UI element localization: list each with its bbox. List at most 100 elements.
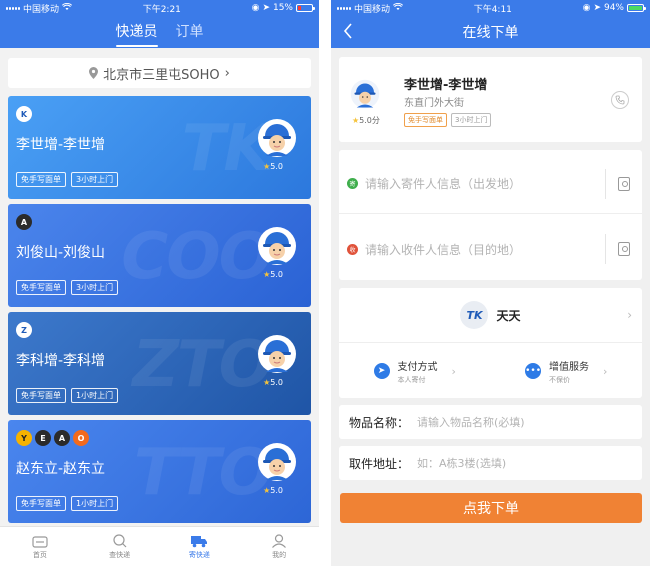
item-name-label: 物品名称： (349, 415, 410, 430)
courier-card[interactable]: COO A 刘俊山-刘俊山 免手写面单 3小时上门 ★5.0 (8, 204, 311, 307)
company-name: 天天 (496, 308, 521, 323)
order-form-screen: 中国移动 下午4:11 ◉ ➤ 94% 在线下单 ★5.0分 李世增-李世增 东… (331, 0, 650, 566)
tag-pickup-time: 3小时上门 (71, 172, 119, 187)
carrier-label: 中国移动 (354, 4, 391, 15)
tag-no-handwriting: 免手写面单 (16, 280, 66, 295)
tab-couriers[interactable]: 快递员 (115, 21, 158, 47)
courier-name: 李世增-李世增 (16, 137, 106, 153)
courier-list: TK K 李世增-李世增 免手写面单 3小时上门 ★5.0 COO A 刘俊山-… (8, 96, 311, 528)
orientation-lock-icon: ◉ (582, 3, 591, 13)
carrier-logo-icon: O (73, 430, 89, 446)
carrier-logo-icon: K (16, 106, 32, 122)
receiver-row[interactable]: 收 请输入收件人信息（目的地） (339, 219, 642, 279)
page-title: 在线下单 (462, 25, 519, 41)
carrier-logo-icon: A (16, 214, 32, 230)
pickup-address-input[interactable]: 如：A栋3楼(选填) (417, 455, 506, 471)
tag-pickup-time: 3小时上门 (451, 113, 492, 127)
pickup-address-field[interactable]: 取件地址： 如：A栋3楼(选填) (339, 446, 642, 480)
wifi-icon (392, 2, 404, 14)
tag-pickup-time: 1小时上门 (71, 388, 119, 403)
courier-card[interactable]: ZTO Z 李科增-李科增 免手写面单 1小时上门 ★5.0 (8, 312, 311, 415)
carrier-logo-icon: A (54, 430, 70, 446)
nav-send[interactable]: 寄快递 (160, 527, 240, 566)
courier-card[interactable]: TTO Y E A O 赵东立-赵东立 免手写面单 1小时上门 ★5.0 (8, 420, 311, 523)
top-tabs: 快递员 订单 (0, 16, 319, 48)
sender-input[interactable]: 请输入寄件人信息（出发地） (365, 175, 605, 192)
call-button[interactable] (611, 91, 629, 109)
bottom-nav: 首页 查快递 寄快递 我的 (0, 526, 319, 566)
courier-card[interactable]: TK K 李世增-李世增 免手写面单 3小时上门 ★5.0 (8, 96, 311, 199)
address-card: 寄 请输入寄件人信息（出发地） 收 请输入收件人信息（目的地） (339, 150, 642, 280)
courier-tags: 免手写面单 3小时上门 (16, 280, 119, 295)
nav-track[interactable]: 查快递 (80, 527, 160, 566)
nav-label: 首页 (32, 550, 47, 559)
courier-address: 东直门外大街 (404, 98, 464, 109)
courier-avatar (257, 442, 297, 482)
receiver-dot-icon: 收 (347, 243, 358, 255)
pickup-address-label: 取件地址： (349, 456, 410, 471)
tab-orders[interactable]: 订单 (176, 21, 204, 44)
home-icon (32, 535, 48, 548)
carrier-label: 中国移动 (23, 4, 60, 15)
address-book-icon[interactable] (618, 176, 630, 191)
payment-method[interactable]: ➤ 支付方式 本人寄付 › (339, 344, 491, 398)
company-card: TK 天天 › ➤ 支付方式 本人寄付 › ••• 增值服务 不保价 › (339, 288, 642, 398)
address-book-icon[interactable] (618, 242, 630, 256)
courier-name: 李世增-李世增 (404, 78, 488, 93)
order-options: ➤ 支付方式 本人寄付 › ••• 增值服务 不保价 › (339, 344, 642, 398)
courier-avatar (257, 334, 297, 374)
status-bar: 中国移动 下午4:11 ◉ ➤ 94% (331, 0, 650, 16)
company-selector[interactable]: TK 天天 › (339, 288, 642, 343)
nav-label: 我的 (272, 550, 287, 559)
courier-tags: 免手写面单 3小时上门 (16, 172, 119, 187)
courier-rating: ★5.0 (263, 378, 283, 387)
item-name-input[interactable]: 请输入物品名称(必填) (417, 414, 525, 430)
chevron-right-icon: › (224, 65, 230, 81)
tag-no-handwriting: 免手写面单 (404, 113, 447, 127)
item-name-field[interactable]: 物品名称： 请输入物品名称(必填) (339, 405, 642, 439)
location-arrow-icon: ➤ (593, 3, 601, 13)
wifi-icon (61, 2, 73, 14)
courier-tags: 免手写面单 3小时上门 (404, 113, 492, 127)
time-label: 下午2:21 (142, 4, 181, 15)
signal-icon (337, 6, 351, 10)
battery-percent: 15% (272, 3, 293, 13)
header: 中国移动 下午2:21 ◉ ➤ 15% 快递员 订单 (0, 0, 319, 48)
courier-list-screen: 中国移动 下午2:21 ◉ ➤ 15% 快递员 订单 北京市三里屯SOHO › … (0, 0, 319, 566)
courier-info-card: ★5.0分 李世增-李世增 东直门外大街 免手写面单 3小时上门 (339, 57, 642, 142)
nav-home[interactable]: 首页 (0, 527, 80, 566)
value-added-service[interactable]: ••• 增值服务 不保价 › (491, 344, 643, 398)
nav-label: 查快递 (109, 550, 131, 559)
back-icon[interactable] (343, 23, 353, 43)
nav-label: 寄快递 (188, 550, 210, 559)
courier-name: 刘俊山-刘俊山 (16, 245, 106, 261)
payment-value: 本人寄付 (397, 375, 426, 384)
carrier-logo-icon: Z (16, 322, 32, 338)
courier-tags: 免手写面单 1小时上门 (16, 496, 119, 511)
receiver-input[interactable]: 请输入收件人信息（目的地） (365, 241, 605, 258)
chevron-right-icon: › (451, 364, 456, 378)
carrier-logos: Y E A O (16, 430, 89, 446)
map-pin-icon (89, 67, 99, 79)
sender-row[interactable]: 寄 请输入寄件人信息（出发地） (339, 154, 642, 214)
header: 中国移动 下午4:11 ◉ ➤ 94% 在线下单 (331, 0, 650, 48)
courier-name: 赵东立-赵东立 (16, 461, 106, 477)
courier-rating: ★5.0 (263, 270, 283, 279)
tag-pickup-time: 1小时上门 (71, 496, 119, 511)
screenshot-root: 中国移动 下午2:21 ◉ ➤ 15% 快递员 订单 北京市三里屯SOHO › … (0, 0, 650, 566)
more-dots-icon: ••• (525, 363, 542, 379)
payment-title: 支付方式 (397, 361, 438, 373)
tag-pickup-time: 3小时上门 (71, 280, 119, 295)
submit-order-button[interactable]: 点我下单 (340, 493, 642, 523)
courier-avatar (350, 79, 380, 109)
carrier-logos: A (16, 214, 32, 230)
status-bar: 中国移动 下午2:21 ◉ ➤ 15% (0, 0, 319, 16)
service-value: 不保价 (549, 375, 571, 384)
carrier-logo-icon: E (35, 430, 51, 446)
truck-icon (191, 535, 208, 547)
battery-percent: 94% (603, 3, 624, 13)
location-selector[interactable]: 北京市三里屯SOHO › (8, 58, 311, 88)
orientation-lock-icon: ◉ (251, 3, 260, 13)
nav-me[interactable]: 我的 (239, 527, 319, 566)
courier-name: 李科增-李科增 (16, 353, 106, 369)
